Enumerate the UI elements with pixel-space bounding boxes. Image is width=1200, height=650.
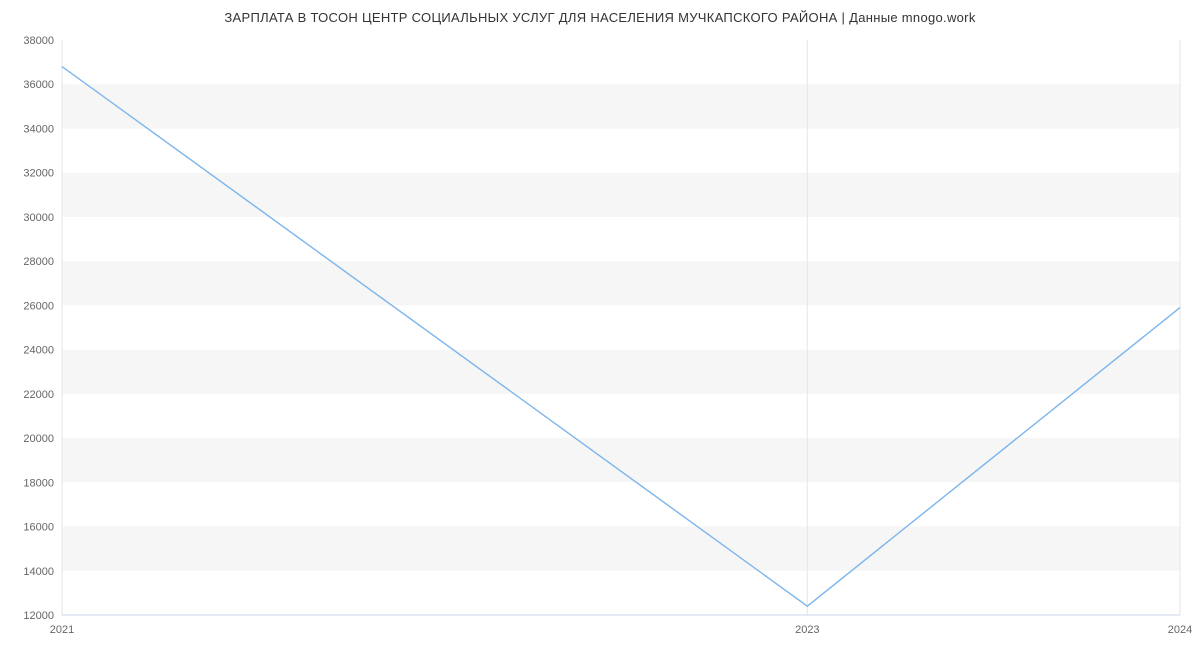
y-tick-label: 12000	[23, 610, 54, 622]
y-tick-label: 30000	[23, 212, 54, 224]
chart-svg: 12000 14000 16000 18000 20000 22000 24000 26000…	[0, 30, 1200, 650]
y-tick-label: 38000	[23, 35, 54, 47]
chart-title: ЗАРПЛАТА В ТОСОН ЦЕНТР СОЦИАЛЬНЫХ УСЛУГ …	[0, 0, 1200, 30]
x-tick-label: 2023	[795, 624, 819, 636]
plot-band	[62, 527, 1180, 571]
y-tick-label: 18000	[23, 477, 54, 489]
y-tick-label: 22000	[23, 389, 54, 401]
data-series-line	[62, 67, 1180, 607]
x-tick-label: 2021	[50, 624, 74, 636]
y-tick-label: 26000	[23, 300, 54, 312]
y-tick-label: 36000	[23, 79, 54, 91]
y-tick-label: 34000	[23, 123, 54, 135]
plot-band	[62, 173, 1180, 217]
plot-band	[62, 350, 1180, 394]
y-tick-label: 24000	[23, 345, 54, 357]
plot-band	[62, 261, 1180, 305]
y-tick-label: 32000	[23, 168, 54, 180]
chart-container: 12000 14000 16000 18000 20000 22000 24000 26000…	[0, 30, 1200, 650]
y-tick-label: 28000	[23, 256, 54, 268]
plot-band	[62, 438, 1180, 482]
x-tick-label: 2024	[1168, 624, 1192, 636]
y-tick-label: 20000	[23, 433, 54, 445]
y-tick-label: 16000	[23, 522, 54, 534]
plot-band	[62, 84, 1180, 128]
y-tick-label: 14000	[23, 566, 54, 578]
